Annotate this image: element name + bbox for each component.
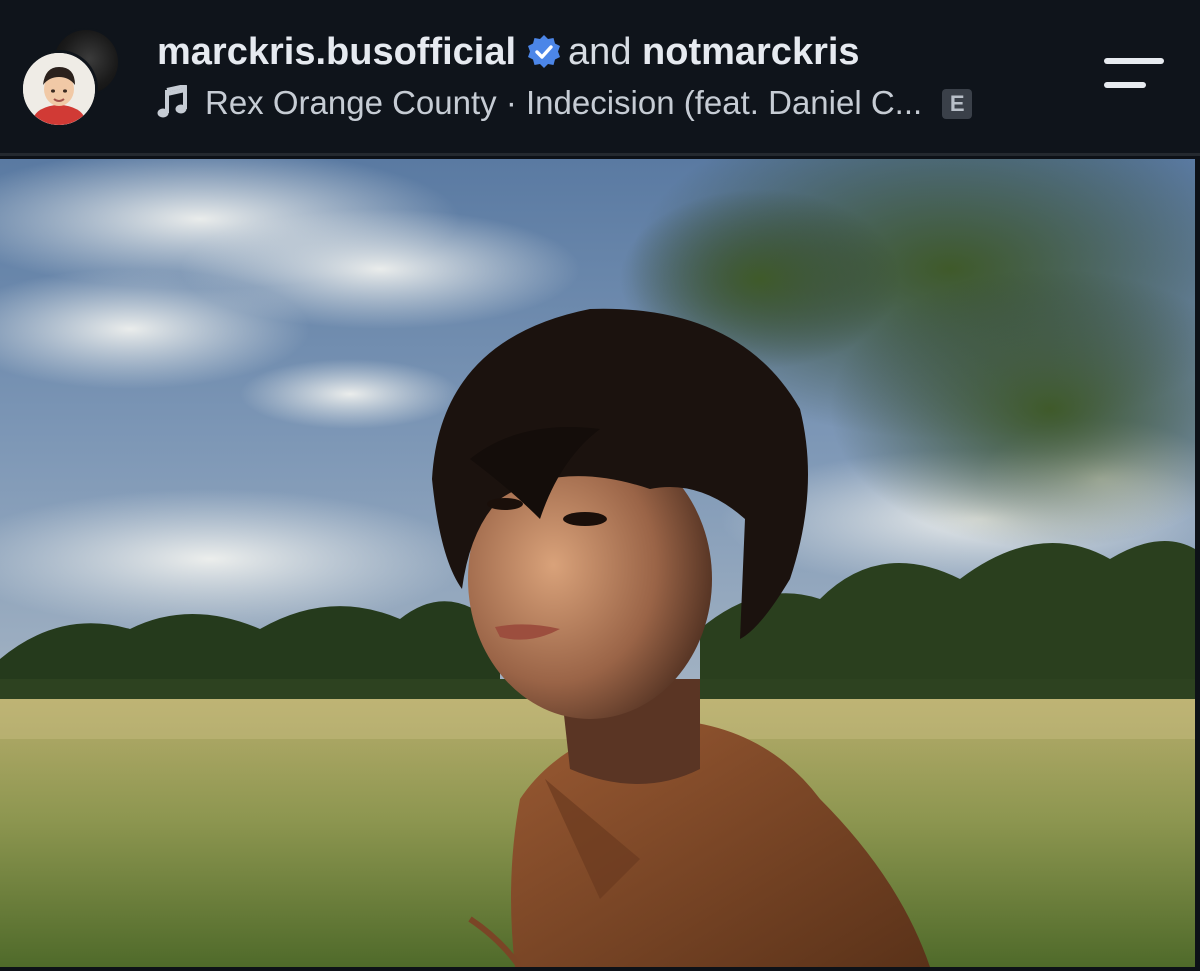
explicit-badge: E (942, 89, 973, 119)
username-primary[interactable]: marckris.busofficial (157, 31, 516, 73)
post-authors: marckris.busofficial and notmarckris (157, 30, 860, 74)
menu-icon[interactable] (1100, 56, 1166, 96)
post-photo[interactable] (0, 159, 1195, 967)
music-note-icon (157, 84, 189, 119)
collab-connector: and (568, 31, 632, 73)
menu-line-bottom (1104, 82, 1146, 88)
menu-line-top (1104, 58, 1164, 64)
post-header: marckris.busofficial and notmarckris Rex … (0, 0, 1200, 156)
song-title: Rex Orange County · Indecision (feat. Da… (205, 84, 923, 121)
music-attribution[interactable]: Rex Orange County · Indecision (feat. Da… (157, 82, 973, 124)
username-secondary[interactable]: notmarckris (642, 31, 860, 73)
collab-avatars[interactable] (20, 28, 120, 128)
frame-edge-bottom (0, 967, 1200, 971)
frame-edge-right (1195, 159, 1200, 971)
post-viewer: marckris.busofficial and notmarckris Rex … (0, 0, 1200, 971)
avatar-primary[interactable] (20, 50, 98, 128)
verified-badge-icon (526, 34, 562, 70)
